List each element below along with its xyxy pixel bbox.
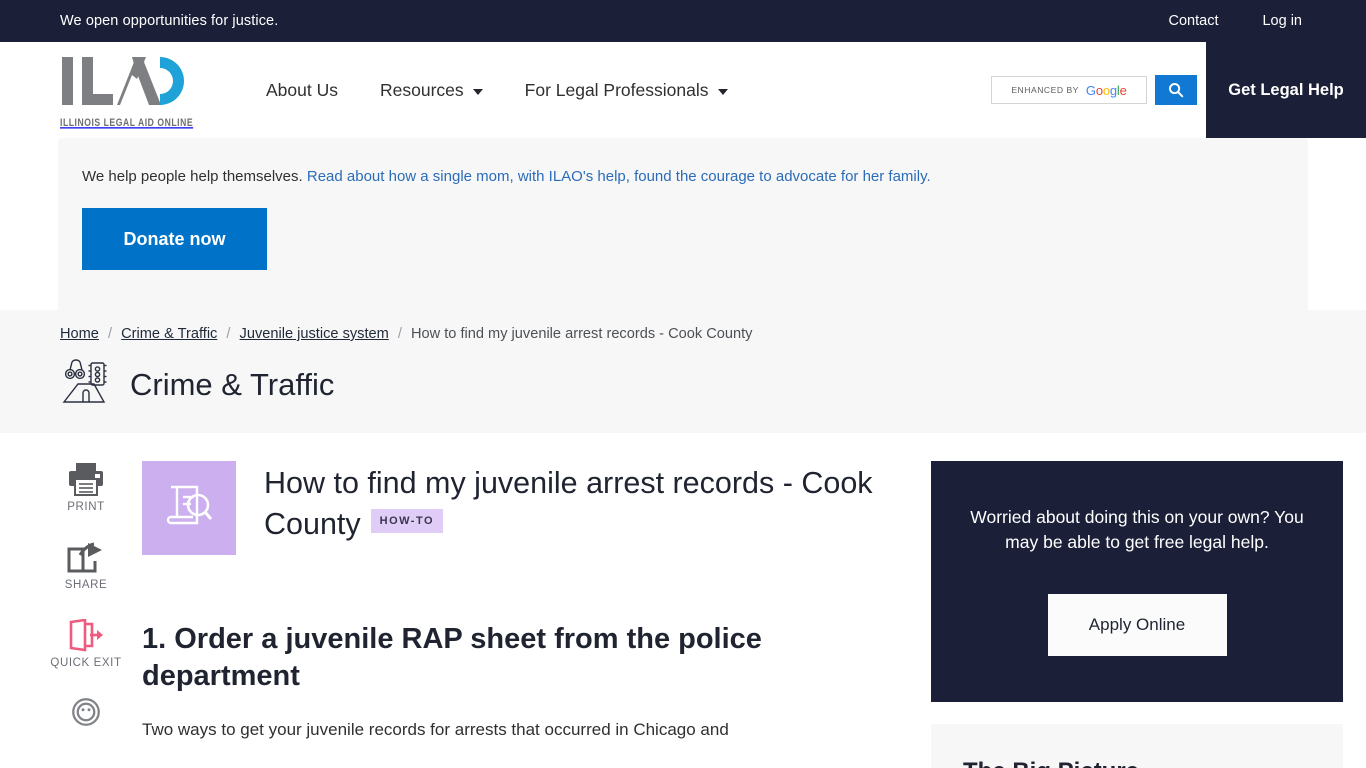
page-content: PRINT SHARE QUICK EXIT How to find my ju… — [0, 433, 1366, 768]
breadcrumb-item-current: How to find my juvenile arrest records -… — [410, 326, 753, 342]
quick-exit-action-label: QUICK EXIT — [50, 657, 122, 669]
chevron-down-icon — [472, 88, 483, 95]
ilao-logo[interactable]: ILLINOIS LEGAL AID ONLINE — [60, 54, 193, 129]
nav-item-for-legal-professionals[interactable]: For Legal Professionals — [525, 80, 728, 101]
search-enhanced-by-label: ENHANCED BY — [1011, 85, 1079, 95]
top-utility-links: Contact Log in — [1169, 13, 1303, 29]
breadcrumb-band: Home / Crime & Traffic / Juvenile justic… — [0, 310, 1366, 433]
donation-banner-area: We help people help themselves. Read abo… — [0, 138, 1366, 310]
breadcrumb-separator: / — [108, 326, 113, 342]
apply-online-button[interactable]: Apply Online — [1047, 593, 1227, 656]
main-navigation: About Us Resources For Legal Professiona… — [266, 80, 728, 101]
breadcrumb: Home / Crime & Traffic / Juvenile justic… — [60, 326, 1366, 342]
login-link[interactable]: Log in — [1262, 13, 1302, 29]
section-heading: 1. Order a juvenile RAP sheet from the p… — [142, 623, 762, 693]
quick-exit-icon — [69, 619, 103, 652]
share-icon — [67, 542, 102, 573]
big-picture-card: The Big Picture — [931, 723, 1343, 768]
search-area: ENHANCED BY Google — [991, 42, 1206, 138]
header-right-cluster: ENHANCED BY Google Get Legal Help — [991, 42, 1366, 138]
breadcrumb-item-crime-traffic[interactable]: Crime & Traffic — [121, 326, 217, 342]
legal-help-card: Worried about doing this on your own? Yo… — [931, 461, 1343, 702]
article-title-text: How to find my juvenile arrest records -… — [264, 466, 873, 542]
donation-banner-link[interactable]: Read about how a single mom, with ILAO's… — [307, 168, 931, 185]
article-column: How to find my juvenile arrest records -… — [142, 461, 882, 768]
legal-help-card-text: Worried about doing this on your own? Yo… — [970, 507, 1304, 553]
article-title-row: How to find my juvenile arrest records -… — [142, 461, 882, 555]
feedback-smiley-icon — [72, 698, 100, 726]
chevron-down-icon — [717, 88, 728, 95]
big-picture-title: The Big Picture — [963, 758, 1311, 768]
printer-icon — [69, 463, 103, 496]
action-rail: PRINT SHARE QUICK EXIT — [30, 461, 142, 768]
section-paragraph: Two ways to get your juvenile records fo… — [142, 720, 729, 740]
search-button[interactable] — [1155, 75, 1197, 105]
ilao-logo-mark — [60, 54, 188, 113]
article-title: How to find my juvenile arrest records -… — [264, 461, 882, 545]
nav-item-about-us[interactable]: About Us — [266, 80, 338, 101]
traffic-light-handcuffs-icon — [60, 358, 112, 411]
howto-badge: HOW-TO — [370, 509, 444, 534]
nav-label-for-legal-professionals: For Legal Professionals — [524, 79, 709, 100]
nav-label-about-us: About Us — [266, 79, 338, 100]
top-utility-bar: We open opportunities for justice. Conta… — [0, 0, 1366, 42]
ilao-logo-subtitle: ILLINOIS LEGAL AID ONLINE — [60, 116, 194, 129]
category-title: Crime & Traffic — [130, 366, 335, 402]
donation-banner: We help people help themselves. Read abo… — [60, 138, 1306, 310]
article-sidebar: Worried about doing this on your own? Yo… — [931, 461, 1343, 768]
nav-item-resources[interactable]: Resources — [380, 80, 483, 101]
contact-link[interactable]: Contact — [1169, 13, 1219, 29]
google-wordmark: Google — [1085, 82, 1127, 98]
book-magnifier-icon — [142, 461, 236, 555]
breadcrumb-separator: / — [397, 326, 402, 342]
donation-banner-text: We help people help themselves. Read abo… — [82, 168, 1284, 185]
site-tagline: We open opportunities for justice. — [60, 13, 279, 29]
search-input[interactable]: ENHANCED BY Google — [991, 76, 1147, 104]
breadcrumb-item-home[interactable]: Home — [60, 326, 99, 342]
share-action-label: SHARE — [64, 579, 108, 591]
site-header: ILLINOIS LEGAL AID ONLINE About Us Resou… — [0, 42, 1366, 138]
nav-label-resources: Resources — [379, 79, 464, 100]
donation-banner-lead: We help people help themselves. — [82, 168, 307, 185]
print-action-label: PRINT — [67, 501, 105, 513]
donate-now-button[interactable]: Donate now — [82, 208, 267, 270]
get-legal-help-button[interactable]: Get Legal Help — [1206, 42, 1366, 138]
print-action[interactable]: PRINT — [30, 461, 142, 513]
share-action[interactable]: SHARE — [30, 541, 142, 591]
breadcrumb-separator: / — [226, 326, 231, 342]
category-header: Crime & Traffic — [60, 358, 1366, 411]
quick-exit-action[interactable]: QUICK EXIT — [30, 619, 142, 669]
search-icon — [1169, 83, 1184, 98]
breadcrumb-item-juvenile-justice-system[interactable]: Juvenile justice system — [240, 326, 389, 342]
feedback-action[interactable] — [30, 697, 142, 727]
